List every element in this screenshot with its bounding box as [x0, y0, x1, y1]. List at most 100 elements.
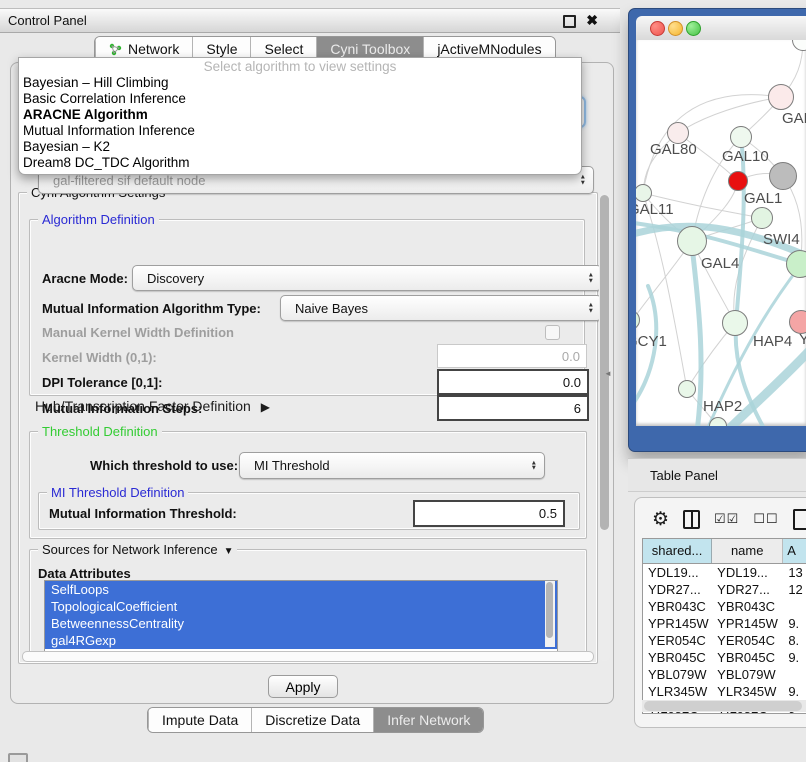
mi-threshold-label: Mutual Information Threshold: [49, 506, 237, 521]
select-all-checks-icon[interactable]: ☑☑ [714, 511, 739, 527]
node-label: HAP2 [703, 398, 742, 415]
node-label: GAL [782, 110, 806, 127]
table-row[interactable]: YDR27... YDR27... 12 [643, 581, 806, 598]
settings-vertical-scrollbar[interactable] [599, 193, 610, 661]
node-table[interactable]: shared... name A YDL19... YDL19... 13 YD… [642, 538, 806, 714]
control-panel-titlebar: Control Panel ✖ [0, 8, 620, 33]
which-threshold-combo[interactable]: MI Threshold ▲▼ [239, 452, 545, 479]
list-item[interactable]: BetweennessCentrality [45, 615, 557, 632]
bottom-tab[interactable]: Discretize Data [251, 708, 373, 732]
node-label: SWI4 [763, 231, 800, 248]
zoom-traffic-light-icon[interactable] [686, 21, 701, 36]
mi-threshold-field[interactable]: 0.5 [413, 500, 565, 527]
aracne-mode-combo[interactable]: Discovery ▲▼ [132, 265, 602, 291]
node-label: GAL10 [722, 148, 769, 165]
node-label: Y [799, 331, 806, 348]
table-row[interactable]: YPR145W YPR145W 9. [643, 615, 806, 632]
network-graph-icon [109, 43, 122, 56]
table-function-icon[interactable] [793, 509, 806, 530]
minimized-panel-icon[interactable] [8, 753, 28, 762]
network-node[interactable] [751, 207, 773, 229]
table-body: YDL19... YDL19... 13 YDR27... YDR27... 1… [643, 564, 806, 714]
node-label: GAL80 [650, 141, 697, 158]
node-label: HAP4 [753, 333, 792, 350]
table-panel-titlebar: Table Panel [628, 458, 806, 492]
network-node[interactable] [677, 226, 707, 256]
mi-steps-field[interactable]: 6 [437, 395, 589, 421]
list-item[interactable]: gal4RGexp [45, 632, 557, 649]
data-attributes-label: Data Attributes [38, 566, 131, 581]
list-item[interactable]: TopologicalCoefficient [45, 598, 557, 615]
manual-kernel-label: Manual Kernel Width Definition [42, 325, 234, 340]
screen: Control Panel ✖ NetworkStyleSelectCyni T… [0, 0, 806, 762]
threshold-definition-title: Threshold Definition [38, 424, 162, 439]
table-row[interactable]: YER054C YER054C 8. [643, 632, 806, 649]
dropdown-option[interactable]: Bayesian – K2 [19, 139, 581, 155]
gear-icon[interactable]: ⚙ [652, 510, 669, 529]
dropdown-option[interactable]: Bayesian – Hill Climbing [19, 75, 581, 91]
horizontal-scrollbar[interactable] [22, 651, 594, 662]
mi-threshold-definition-group: MI Threshold Definition Mutual Informati… [38, 492, 580, 530]
mi-type-label: Mutual Information Algorithm Type: [42, 301, 261, 316]
apply-button[interactable]: Apply [268, 675, 338, 698]
hub-section-toggle[interactable]: Hub/Transcription Factor Definition▶ [35, 398, 270, 414]
table-header-row: shared... name A [643, 539, 806, 564]
table-row[interactable]: YBL079W YBL079W [643, 666, 806, 683]
table-row[interactable]: YBR045C YBR045C 9. [643, 649, 806, 666]
network-node[interactable] [786, 250, 806, 278]
dropdown-option[interactable]: ARACNE Algorithm [19, 107, 581, 123]
table-panel-title: Table Panel [650, 468, 718, 483]
mi-type-combo[interactable]: Naive Bayes ▲▼ [280, 295, 602, 321]
collapse-down-icon: ▼ [224, 546, 234, 557]
combo-arrows-icon: ▲▼ [588, 273, 594, 284]
columns-icon[interactable] [683, 510, 700, 529]
dropdown-option[interactable]: Basic Correlation Inference [19, 91, 581, 107]
list-item[interactable]: SelfLoops [45, 581, 557, 598]
network-node[interactable] [728, 171, 748, 191]
network-node[interactable] [730, 126, 752, 148]
threshold-definition-group: Threshold Definition Which threshold to … [29, 431, 587, 539]
network-node[interactable] [678, 380, 696, 398]
table-row[interactable]: YBR043C YBR043C [643, 598, 806, 615]
column-header-clipped[interactable]: A [783, 539, 806, 563]
table-row[interactable]: YLR345W YLR345W 9. [643, 683, 806, 700]
sources-title[interactable]: Sources for Network Inference▼ [38, 542, 237, 557]
control-panel-title: Control Panel [8, 13, 87, 28]
aracne-mode-label: Aracne Mode: [42, 271, 128, 286]
which-threshold-label: Which threshold to use: [90, 458, 238, 473]
network-node[interactable] [722, 310, 748, 336]
kernel-width-field[interactable]: 0.0 [437, 344, 587, 368]
combo-arrows-icon: ▲▼ [588, 303, 594, 314]
bottom-tab-bar: Impute DataDiscretize DataInfer Network [147, 707, 484, 733]
column-header-name[interactable]: name [712, 539, 783, 563]
deselect-all-checks-icon[interactable]: ☐☐ [753, 511, 778, 527]
table-toolbar: ⚙ ☑☑ ☐☐ [642, 503, 806, 535]
column-header-shared-name[interactable]: shared... [643, 539, 712, 563]
network-window-titlebar[interactable] [636, 16, 806, 41]
network-node[interactable] [769, 162, 797, 190]
list-vertical-scrollbar[interactable] [545, 581, 555, 647]
manual-kernel-checkbox[interactable] [545, 325, 560, 340]
bottom-tab[interactable]: Infer Network [373, 708, 483, 732]
table-horizontal-scrollbar[interactable] [642, 700, 806, 712]
divider-collapse-arrow[interactable]: ◄ [604, 369, 612, 378]
data-attributes-list[interactable]: SelfLoopsTopologicalCoefficientBetweenne… [44, 580, 558, 652]
node-label: GAL11 [636, 201, 674, 218]
bottom-tab[interactable]: Impute Data [148, 708, 251, 732]
dpi-tolerance-field[interactable]: 0.0 [437, 369, 589, 395]
dropdown-placeholder: Select algorithm to view settings [19, 58, 581, 75]
node-label: GAL4 [701, 255, 739, 272]
combo-arrows-icon: ▲▼ [531, 460, 537, 471]
node-label: GCY1 [636, 333, 667, 350]
table-row[interactable]: YDL19... YDL19... 13 [643, 564, 806, 581]
dropdown-options: Bayesian – Hill ClimbingBasic Correlatio… [19, 75, 581, 171]
network-canvas[interactable]: GALGAL80GAL10GAL11GAL1SWI4GAL4GCY1HAP4YH… [636, 40, 806, 426]
close-traffic-light-icon[interactable] [650, 21, 665, 36]
dropdown-option[interactable]: Dream8 DC_TDC Algorithm [19, 155, 581, 171]
network-node[interactable] [768, 84, 794, 110]
close-icon[interactable]: ✖ [586, 12, 598, 29]
algorithm-definition-group: Algorithm Definition Aracne Mode: Discov… [29, 219, 585, 396]
float-window-icon[interactable] [563, 15, 576, 28]
dropdown-option[interactable]: Mutual Information Inference [19, 123, 581, 139]
minimize-traffic-light-icon[interactable] [668, 21, 683, 36]
